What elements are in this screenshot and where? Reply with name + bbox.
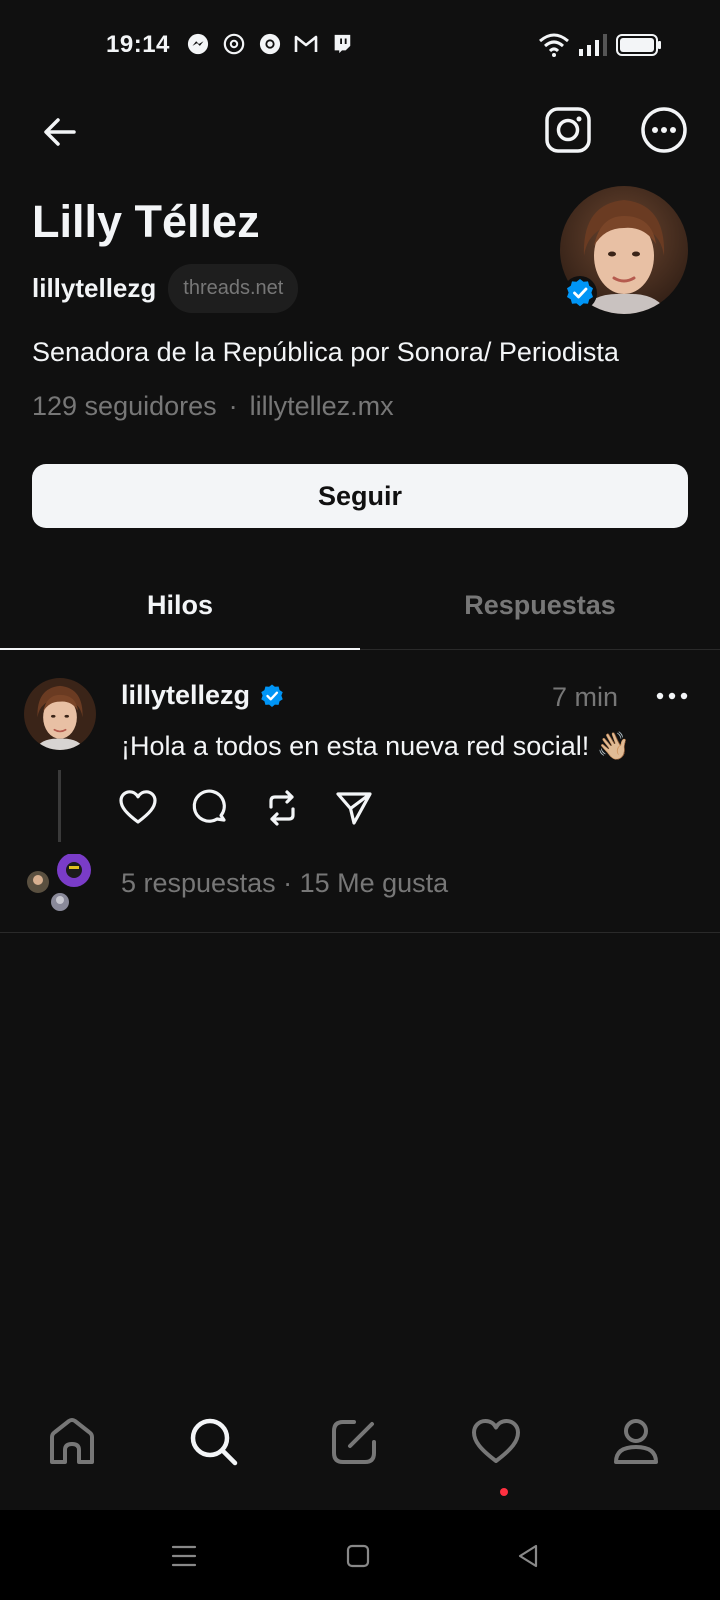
post-author-name[interactable]: lillytellezg (121, 680, 250, 711)
reply-avatars[interactable] (24, 853, 96, 918)
meta-separator: · (228, 391, 238, 421)
profile-bio: Senadora de la República por Sonora/ Per… (32, 337, 619, 367)
verified-badge-icon (258, 682, 286, 710)
nav-compose[interactable] (324, 1412, 384, 1472)
signal-icon (578, 33, 608, 62)
profile-handle: lillytellezg (32, 273, 157, 303)
post-author[interactable]: lillytellezg (121, 680, 286, 711)
square-icon (346, 1544, 370, 1568)
twitch-icon (330, 32, 354, 56)
bottom-nav (0, 1400, 720, 1510)
domain-pill[interactable]: threads.net (168, 264, 299, 313)
post-more-button[interactable] (652, 684, 692, 708)
thread-post[interactable]: lillytellezg 7 min ¡Hola a todos en esta… (0, 650, 720, 933)
search-icon (190, 1418, 238, 1466)
home-system-button[interactable] (338, 1536, 378, 1576)
more-circle-icon (641, 107, 687, 153)
post-author-avatar[interactable] (24, 678, 96, 750)
compose-icon (332, 1420, 376, 1464)
messenger-icon (186, 32, 210, 56)
system-navigation-bar (0, 1510, 720, 1600)
activity-heart-icon (472, 1419, 520, 1463)
status-time: 19:14 (106, 31, 170, 58)
profile-name: Lilly Téllez (32, 196, 260, 247)
more-options-button[interactable] (640, 106, 688, 154)
nav-activity[interactable] (466, 1412, 526, 1472)
handle-row: lillytellezg threads.net (32, 264, 299, 313)
top-nav (0, 100, 720, 160)
post-timestamp: 7 min (552, 682, 619, 712)
back-arrow-icon (44, 118, 76, 146)
profile-icon (614, 1419, 658, 1464)
instagram-button[interactable] (544, 106, 592, 154)
profile-meta: 129 seguidores · lillytellez.mx (32, 391, 394, 422)
chrome-icon (258, 32, 282, 56)
thread-line (58, 770, 61, 842)
tab-hilos[interactable]: Hilos (0, 560, 360, 650)
recent-apps-button[interactable] (164, 1536, 204, 1576)
profile-tabs: Hilos Respuestas (0, 560, 720, 650)
post-text: ¡Hola a todos en esta nueva red social! … (121, 731, 631, 761)
nav-profile[interactable] (606, 1412, 666, 1472)
tab-respuestas[interactable]: Respuestas (360, 560, 720, 650)
post-stats[interactable]: 5 respuestas · 15 Me gusta (121, 868, 448, 899)
back-system-button[interactable] (508, 1536, 548, 1576)
more-horizontal-icon (656, 692, 688, 700)
followers-count[interactable]: 129 seguidores (32, 391, 217, 422)
activity-notification-dot (500, 1488, 508, 1496)
status-bar: 19:14 (0, 0, 720, 92)
like-button[interactable] (118, 788, 158, 828)
repost-button[interactable] (262, 788, 302, 828)
threads-icon (222, 32, 246, 56)
gmail-icon (294, 32, 318, 56)
share-button[interactable] (334, 788, 374, 828)
follow-button[interactable]: Seguir (32, 464, 688, 528)
home-icon (50, 1418, 94, 1464)
comment-icon (192, 789, 226, 823)
heart-icon (119, 790, 157, 824)
notification-icons (186, 32, 354, 56)
battery-icon (616, 33, 662, 62)
profile-website-link[interactable]: lillytellez.mx (250, 391, 394, 422)
menu-lines-icon (171, 1545, 197, 1567)
verified-badge-icon (563, 276, 597, 310)
post-actions (118, 788, 374, 828)
reply-button[interactable] (190, 788, 230, 828)
send-icon (336, 792, 372, 825)
triangle-back-icon (518, 1544, 538, 1568)
repost-icon (269, 790, 295, 826)
nav-home[interactable] (42, 1412, 102, 1472)
nav-search[interactable] (184, 1412, 244, 1472)
back-button[interactable] (36, 108, 84, 156)
system-icons (538, 32, 662, 63)
instagram-icon (545, 107, 591, 153)
wifi-icon (538, 32, 570, 63)
